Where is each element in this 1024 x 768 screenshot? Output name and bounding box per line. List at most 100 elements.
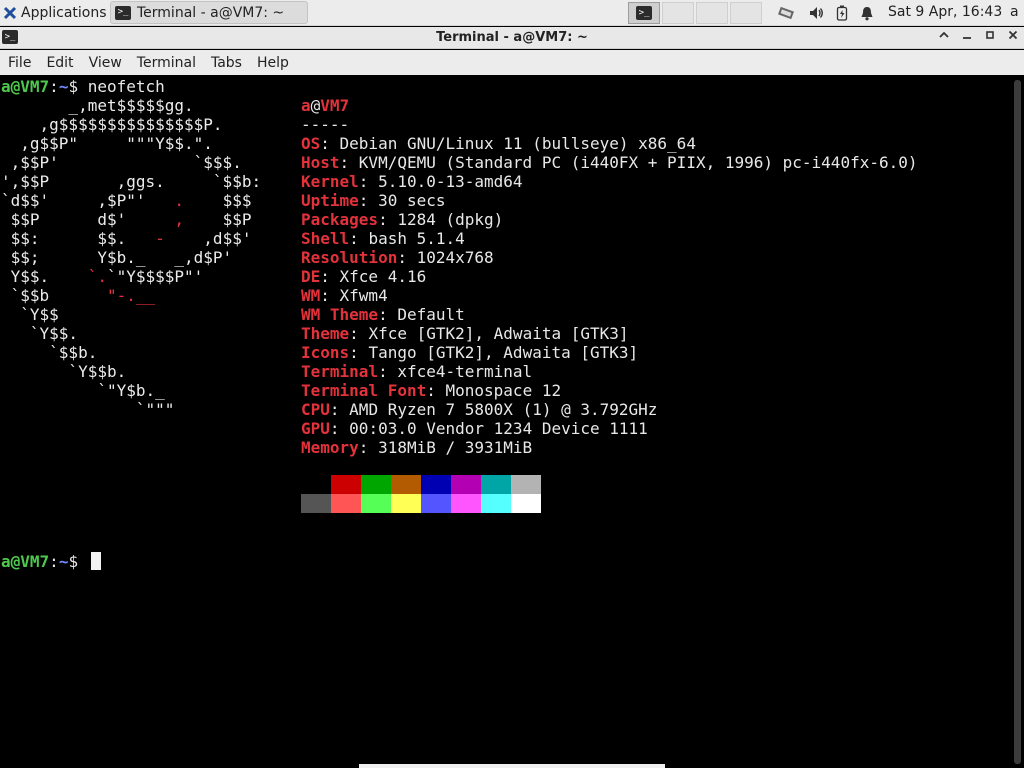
logo-line: Y$$. `.`"Y$$$$P"' [1,267,204,286]
info-colon: : [378,362,398,381]
info-row: CPU: AMD Ryzen 7 5800X (1) @ 3.792GHz [301,400,657,419]
info-colon: : [320,134,340,153]
menu-edit[interactable]: Edit [38,55,80,71]
battery-icon[interactable] [836,5,848,21]
logo-line: _,met$$$$$gg. [1,96,194,115]
logo-line: ,$$P' `$$$. [1,153,242,172]
menu-terminal[interactable]: Terminal [129,55,203,71]
user-menu[interactable]: a [1010,4,1019,20]
bottom-dock-strip [359,764,665,768]
color-swatch [451,494,481,513]
prompt-user-host: a@VM7 [1,552,50,571]
taskbar-terminal-label: Terminal - a@VM7: ~ [137,4,285,21]
menu-tabs[interactable]: Tabs [203,55,249,71]
info-value: AMD Ryzen 7 5800X (1) @ 3.792GHz [349,400,658,419]
color-swatch [331,475,361,494]
terminal-output[interactable]: a@VM7:~$ neofetch _,met$$$$$gg. ,g$$$$$$… [0,76,1024,768]
info-colon: : [349,343,369,362]
logo-line: $$; Y$b._ _,d$P' [1,248,233,267]
menu-file[interactable]: File [0,55,38,71]
info-value: bash 5.1.4 [368,229,465,248]
info-row: Kernel: 5.10.0-13-amd64 [301,172,523,191]
prompt-sep: : [49,552,59,571]
minimize-button[interactable] [958,29,976,47]
info-row: Resolution: 1024x768 [301,248,494,267]
info-row: Terminal Font: Monospace 12 [301,381,561,400]
info-colon: : [397,248,417,267]
info-value: 5.10.0-13-amd64 [378,172,523,191]
info-label: Icons [301,343,350,362]
color-swatch [391,494,421,513]
info-label: OS [301,134,321,153]
workspace-1[interactable]: >_ [628,2,660,24]
info-label: CPU [301,400,330,419]
prompt-dollar: $ [68,552,79,571]
info-row: Shell: bash 5.1.4 [301,229,465,248]
notification-bell-icon[interactable] [860,5,874,21]
color-swatch [421,494,451,513]
maximize-icon [986,31,994,39]
info-value: 00:03.0 Vendor 1234 Device 1111 [349,419,648,438]
volume-icon[interactable] [808,5,824,21]
info-label: WM [301,286,321,305]
applications-menu-button[interactable]: Applications ☰ [2,3,120,23]
info-row: Uptime: 30 secs [301,191,446,210]
info-label: Memory [301,438,359,457]
logo-line: `$$b "-.__ [1,286,156,305]
workspace-2[interactable] [662,2,694,24]
color-swatch [451,475,481,494]
info-row: GPU: 00:03.0 Vendor 1234 Device 1111 [301,419,648,438]
minimize-icon [963,37,971,39]
info-label: Packages [301,210,379,229]
workspace-3[interactable] [696,2,728,24]
system-tray [778,3,874,23]
info-label: GPU [301,419,330,438]
prompt-command: neofetch [78,77,165,96]
info-value: Xfwm4 [339,286,388,305]
info-colon: : [378,210,398,229]
logo-line: `""" [1,400,175,419]
menu-help[interactable]: Help [249,55,296,71]
window-titlebar[interactable]: >_ Terminal - a@VM7: ~ [0,27,1024,49]
applications-label: Applications [21,5,107,21]
info-label: Uptime [301,191,359,210]
info-separator: ----- [301,115,350,134]
terminal-icon: >_ [115,5,131,20]
prompt-sep: : [49,77,59,96]
taskbar-terminal-button[interactable]: >_ Terminal - a@VM7: ~ [110,1,308,24]
color-swatch [331,494,361,513]
terminal-scrollbar[interactable] [1011,76,1024,768]
text-cursor [91,552,101,570]
xfce-logo-icon [3,6,17,20]
window-title: Terminal - a@VM7: ~ [436,30,588,45]
info-value: xfce4-terminal [397,362,533,381]
info-colon: : [358,172,379,191]
shade-button[interactable] [935,29,953,47]
info-value: Default [397,305,465,324]
clock[interactable]: Sat 9 Apr, 16:43 [888,4,1002,20]
color-swatch [481,494,511,513]
logo-line: `Y$$. [1,324,79,343]
menu-view[interactable]: View [81,55,129,71]
logo-line: $$: $$. - ,d$$' [1,229,252,248]
menu-bar: File Edit View Terminal Tabs Help [0,50,1024,75]
info-row: Memory: 318MiB / 3931MiB [301,438,532,457]
scrollbar-thumb[interactable] [1014,80,1021,764]
maximize-button[interactable] [981,29,999,47]
close-button[interactable] [1004,29,1022,47]
info-value: 1284 (dpkg) [397,210,504,229]
logo-line: ,g$$P" """Y$$.". [1,134,213,153]
color-swatch [511,475,541,494]
workspace-4[interactable] [730,2,762,24]
info-colon: : [349,324,369,343]
info-label: Theme [301,324,350,343]
info-colon: : [320,286,340,305]
color-swatch [301,475,331,494]
info-label: Host [301,153,340,172]
network-icon[interactable] [778,5,796,21]
info-value: Xfce 4.16 [339,267,427,286]
color-swatch [421,475,451,494]
info-label: Terminal [301,362,379,381]
info-colon: : [320,267,340,286]
info-value: KVM/QEMU (Standard PC (i440FX + PIIX, 19… [358,153,918,172]
